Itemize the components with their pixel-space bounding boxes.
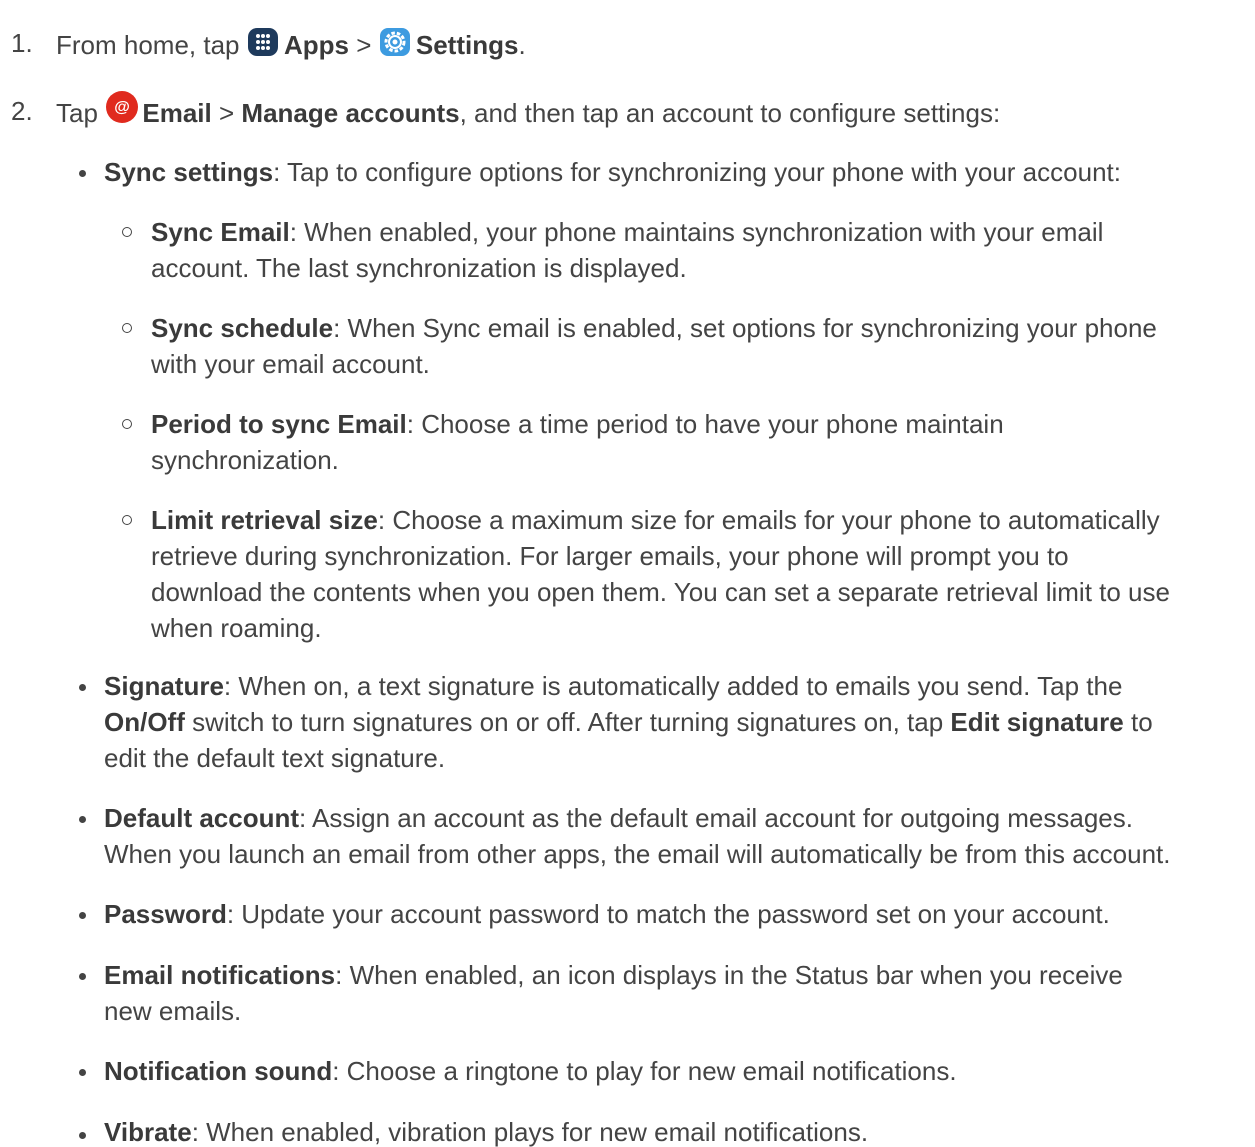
bullet-icon [79,1132,86,1139]
list-item-sync-schedule: Sync schedule: When Sync email is enable… [151,313,1157,343]
svg-text:@: @ [114,99,130,116]
list-item-default-account-cont: When you launch an email from other apps… [104,839,1171,869]
sub-bullet-icon [122,515,132,525]
step-number: 1. [11,28,33,58]
sub-bullet-icon [122,227,132,237]
list-item-signature-cont: On/Off switch to turn signatures on or o… [104,707,1153,737]
bullet-icon [79,684,86,691]
list-item-sync-schedule-cont: with your email account. [151,349,430,379]
list-item-default-account: Default account: Assign an account as th… [104,803,1133,833]
list-item-limit: Limit retrieval size: Choose a maximum s… [151,505,1160,535]
bullet-icon [79,973,86,980]
settings-label: Settings [415,30,519,60]
list-item-sync-settings: Sync settings: Tap to configure options … [104,157,1121,187]
document: 1. From home, tap Apps > Settings. 2. Ta… [0,0,1255,1147]
settings-gear-icon [379,28,410,58]
step-1-text: From home, tap Apps > Settings. [56,28,526,60]
list-item-limit-cont: retrieve during synchronization. For lar… [151,541,1069,571]
bullet-icon [79,170,86,177]
list-item-period: Period to sync Email: Choose a time peri… [151,409,1004,439]
list-item-signature-cont: edit the default text signature. [104,743,446,773]
list-item-notification-sound: Notification sound: Choose a ringtone to… [104,1056,957,1086]
apps-grid-icon [247,28,278,58]
manage-accounts-label: Manage accounts [241,98,460,128]
list-item-period-cont: synchronization. [151,445,339,475]
list-item-signature: Signature: When on, a text signature is … [104,671,1123,701]
list-item-sync-email-cont: account. The last synchronization is dis… [151,253,687,283]
list-item-email-notifications-cont: new emails. [104,996,242,1026]
email-label: Email [142,98,212,128]
sub-bullet-icon [122,323,132,333]
bullet-icon [79,912,86,919]
email-at-icon: @ [105,91,139,126]
step-number: 2. [11,96,33,126]
bullet-icon [79,1069,86,1076]
list-item-limit-cont: download the contents when you open them… [151,577,1170,607]
step-2-text: Tap @ Email > Manage accounts, and then … [56,91,1000,128]
sub-bullet-icon [122,419,132,429]
list-item-limit-cont: when roaming. [151,613,322,643]
bullet-icon [79,816,86,823]
list-item-vibrate: Vibrate: When enabled, vibration plays f… [104,1117,869,1147]
apps-label: Apps [283,30,349,60]
list-item-email-notifications: Email notifications: When enabled, an ic… [104,960,1123,990]
list-item-password: Password: Update your account password t… [104,899,1110,929]
list-item-sync-email: Sync Email: When enabled, your phone mai… [151,217,1104,247]
